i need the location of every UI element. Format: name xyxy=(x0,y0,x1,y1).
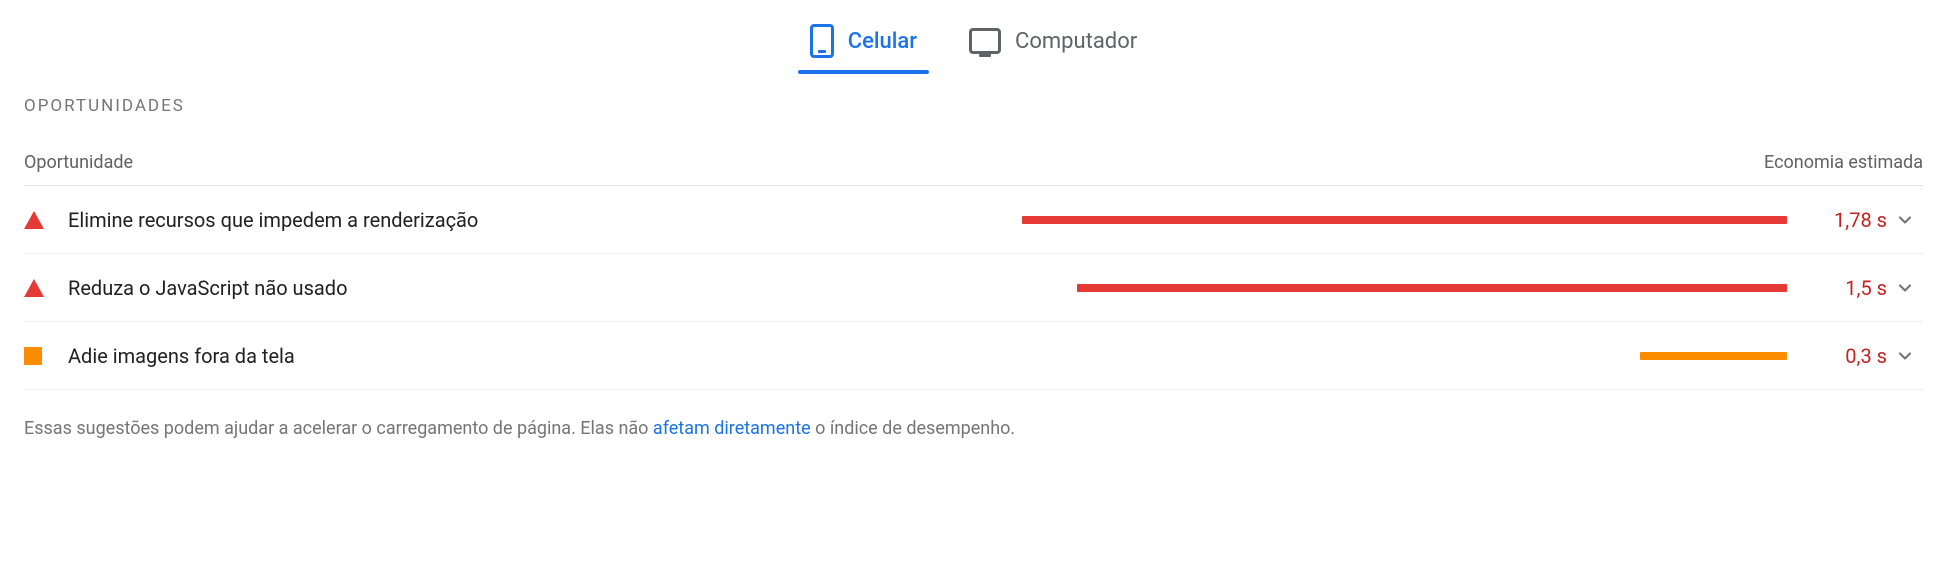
opportunity-row[interactable]: Elimine recursos que impedem a renderiza… xyxy=(24,186,1923,254)
savings-value: 1,78 s xyxy=(1807,208,1887,232)
savings-value: 0,3 s xyxy=(1807,344,1887,368)
savings-bar xyxy=(1640,352,1787,360)
savings-bar-area xyxy=(367,283,1787,293)
savings-bar-area xyxy=(315,351,1787,361)
opportunity-title: Elimine recursos que impedem a renderiza… xyxy=(68,208,478,232)
opportunities-section: OPORTUNIDADES Oportunidade Economia esti… xyxy=(0,72,1947,398)
chevron-down-icon[interactable] xyxy=(1887,278,1923,298)
tab-mobile[interactable]: Celular xyxy=(808,14,919,72)
section-heading: OPORTUNIDADES xyxy=(24,96,1923,116)
triangle-icon xyxy=(24,279,68,297)
opportunity-title: Adie imagens fora da tela xyxy=(68,344,295,368)
savings-bar-area xyxy=(498,215,1787,225)
footnote-post: o índice de desempenho. xyxy=(811,418,1016,439)
col-savings: Economia estimada xyxy=(1764,152,1923,173)
tab-desktop-label: Computador xyxy=(1015,29,1137,54)
opportunity-title: Reduza o JavaScript não usado xyxy=(68,276,347,300)
opportunity-rows: Elimine recursos que impedem a renderiza… xyxy=(24,186,1923,390)
opportunity-row[interactable]: Adie imagens fora da tela 0,3 s xyxy=(24,322,1923,390)
savings-value: 1,5 s xyxy=(1807,276,1887,300)
footnote-link[interactable]: afetam diretamente xyxy=(653,418,811,439)
square-icon xyxy=(24,347,68,365)
chevron-down-icon[interactable] xyxy=(1887,210,1923,230)
footnote-pre: Essas sugestões podem ajudar a acelerar … xyxy=(24,418,653,439)
device-tabs: Celular Computador xyxy=(0,0,1947,72)
triangle-icon xyxy=(24,211,68,229)
desktop-icon xyxy=(969,28,1001,54)
chevron-down-icon[interactable] xyxy=(1887,346,1923,366)
opportunity-row[interactable]: Reduza o JavaScript não usado 1,5 s xyxy=(24,254,1923,322)
col-opportunity: Oportunidade xyxy=(24,152,133,173)
table-header: Oportunidade Economia estimada xyxy=(24,152,1923,186)
tab-mobile-label: Celular xyxy=(848,29,917,54)
savings-bar xyxy=(1022,216,1787,224)
phone-icon xyxy=(810,24,834,58)
footnote: Essas sugestões podem ajudar a acelerar … xyxy=(0,398,1947,459)
tab-desktop[interactable]: Computador xyxy=(967,14,1139,72)
savings-bar xyxy=(1077,284,1787,292)
